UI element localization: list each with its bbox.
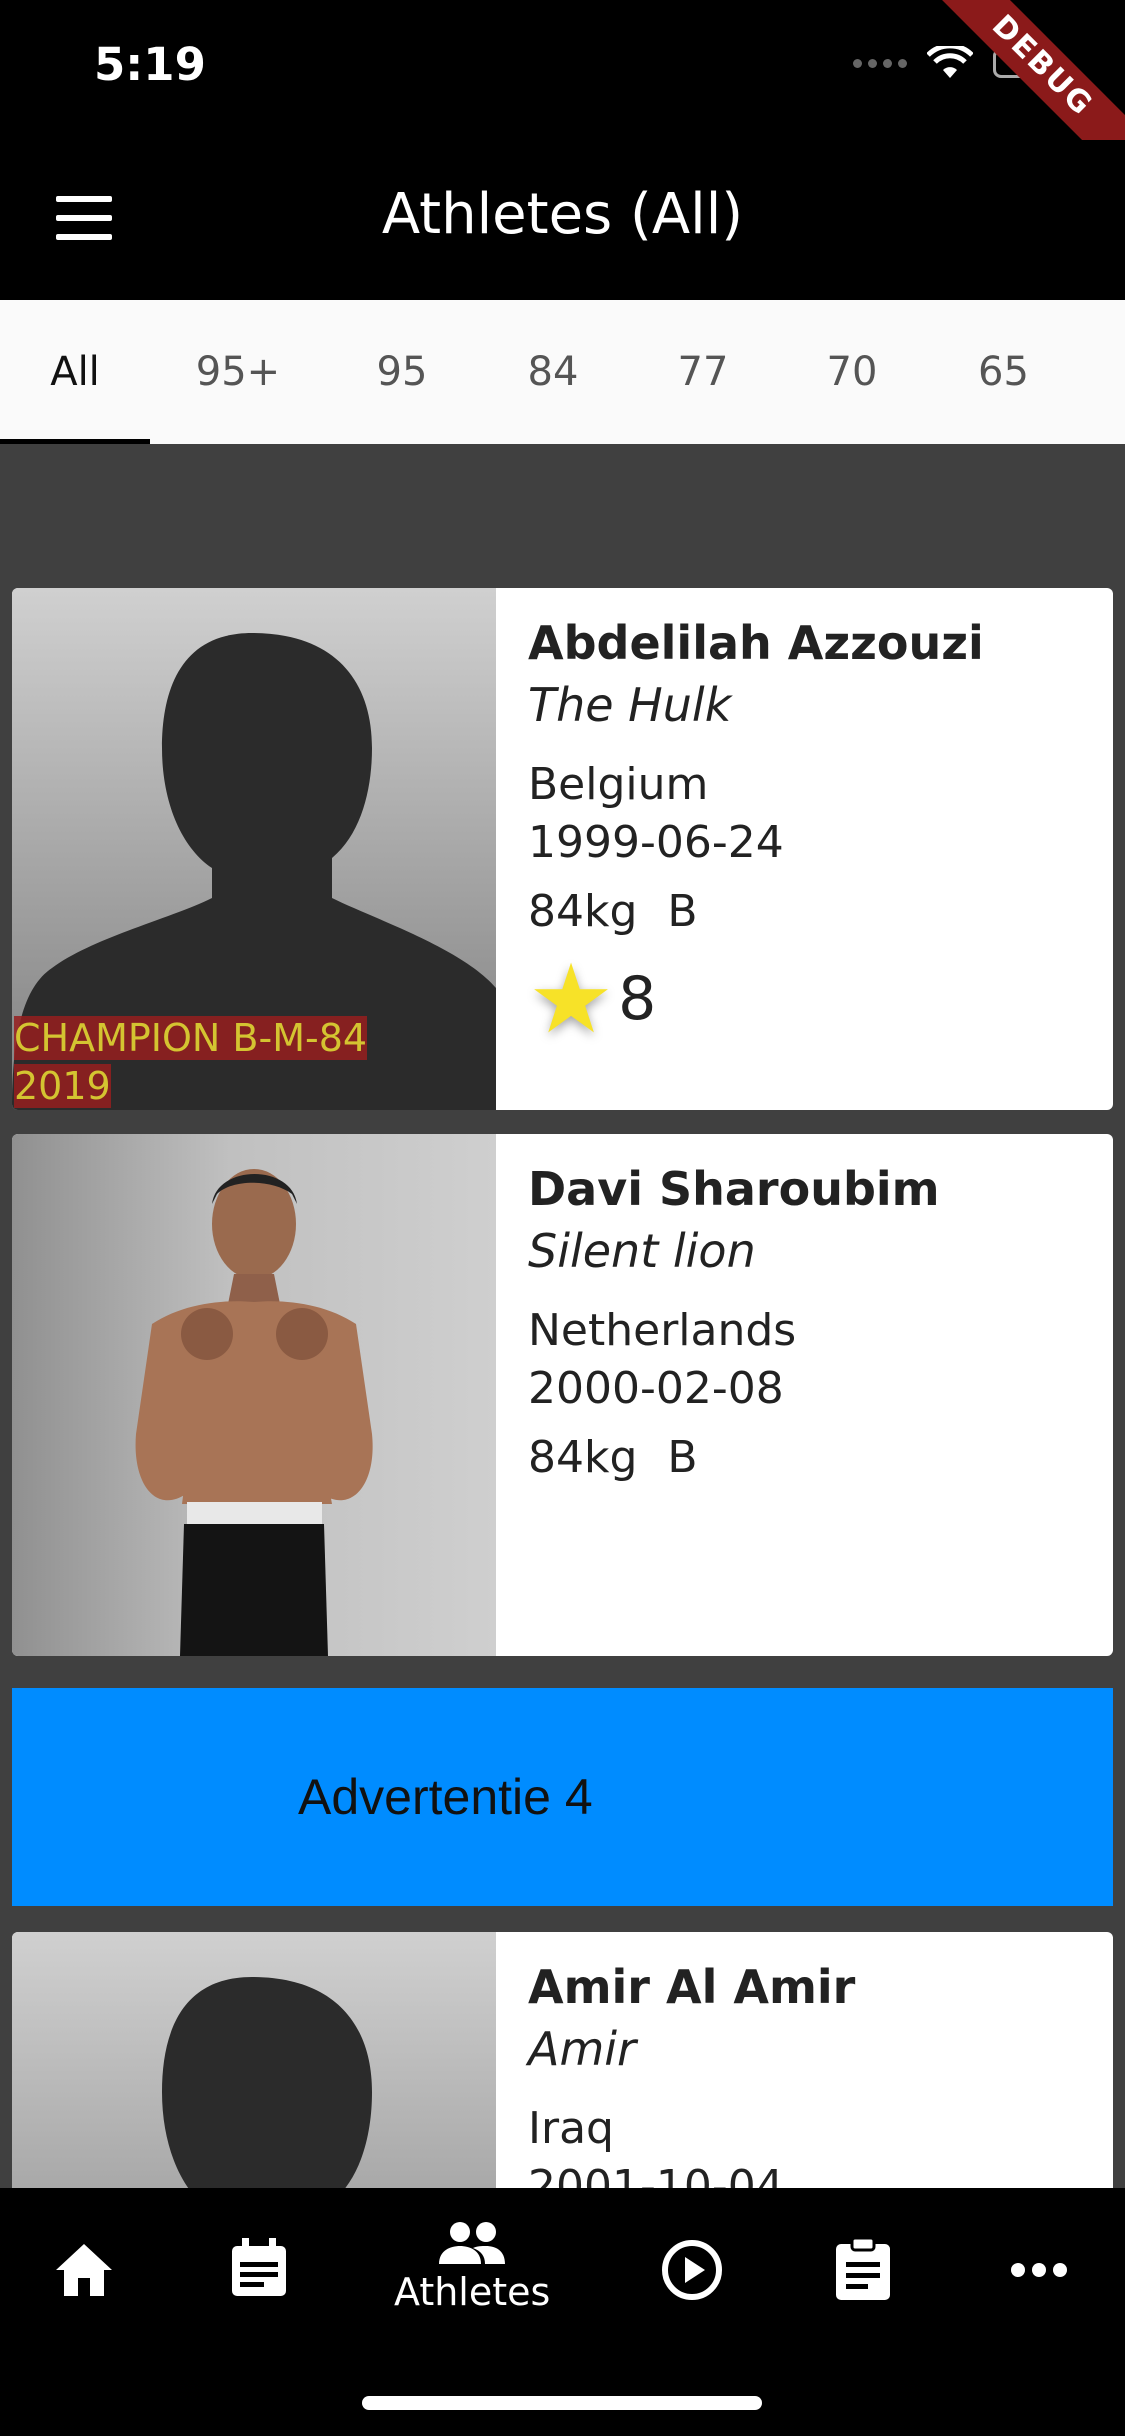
tab-all[interactable]: All [0, 300, 150, 444]
more-horizontal-icon [1011, 2263, 1067, 2277]
weight-class-tabs: All 95+ 95 84 77 70 65 [0, 300, 1125, 444]
athlete-name: Abdelilah Azzouzi [528, 616, 984, 670]
play-circle-icon [662, 2240, 722, 2300]
athlete-class: B [667, 1432, 698, 1483]
wifi-icon [927, 46, 973, 78]
home-icon [56, 2244, 112, 2296]
rating-value: 8 [618, 964, 657, 1034]
athlete-photo [12, 1134, 496, 1656]
star-icon: ★ [528, 943, 615, 1055]
nav-videos[interactable] [660, 2238, 724, 2302]
tab-95[interactable]: 95 [326, 300, 478, 444]
nav-more[interactable] [1010, 2262, 1068, 2278]
champion-badge: CHAMPION B-M-84 2019 [14, 1016, 368, 1108]
nav-events[interactable] [228, 2236, 290, 2300]
athlete-photo-placeholder: CHAMPION B-M-84 2019 [12, 588, 496, 1110]
athlete-card[interactable]: Davi Sharoubim Silent lion Netherlands 2… [12, 1134, 1113, 1656]
signal-icon [853, 58, 907, 68]
tab-77[interactable]: 77 [628, 300, 778, 444]
athlete-class: B [667, 886, 698, 937]
clipboard-icon [836, 2236, 890, 2300]
athlete-rating: ★ 8 [528, 951, 1113, 1047]
nav-rankings[interactable] [834, 2236, 892, 2302]
athlete-nickname: Silent lion [528, 1224, 756, 1278]
athlete-nickname: Amir [528, 2022, 636, 2076]
advertisement-label: Advertentie 4 [298, 1769, 593, 1825]
athlete-name: Davi Sharoubim [528, 1162, 940, 1216]
calendar-icon [232, 2238, 286, 2296]
people-icon [439, 2222, 506, 2264]
app-bar: Athletes (All) [0, 140, 1125, 300]
tab-95-plus[interactable]: 95+ [150, 300, 326, 444]
athlete-country: Netherlands [528, 1305, 797, 1356]
athlete-weight-class: 84kg B [528, 1432, 1113, 1483]
tab-70[interactable]: 70 [778, 300, 926, 444]
nav-home[interactable] [52, 2240, 116, 2300]
athlete-name: Amir Al Amir [528, 1960, 856, 2014]
nav-athletes-label: Athletes [394, 2270, 551, 2314]
athlete-weight: 84kg [528, 886, 638, 937]
athlete-dob: 2000-02-08 [528, 1363, 784, 1414]
athlete-info: Davi Sharoubim Silent lion Netherlands 2… [496, 1134, 1113, 1656]
page-title: Athletes (All) [381, 182, 744, 247]
athlete-country: Belgium [528, 759, 709, 810]
advertisement-banner[interactable]: Advertentie 4 [12, 1688, 1113, 1906]
athlete-weight-class: 84kg B [528, 886, 1113, 937]
athlete-nickname: The Hulk [528, 678, 732, 732]
athlete-photo-image [135, 1169, 373, 1656]
status-bar: 5:19 DEBUG [0, 0, 1125, 186]
athlete-card[interactable]: CHAMPION B-M-84 2019 Abdelilah Azzouzi T… [12, 588, 1113, 1110]
athlete-dob: 1999-06-24 [528, 817, 784, 868]
tab-65[interactable]: 65 [926, 300, 1081, 444]
athlete-info: Abdelilah Azzouzi The Hulk Belgium 1999-… [496, 588, 1113, 1110]
athlete-country: Iraq [528, 2103, 614, 2154]
nav-athletes[interactable]: Athletes [394, 2220, 550, 2314]
home-indicator[interactable] [362, 2396, 762, 2410]
athlete-weight: 84kg [528, 1432, 638, 1483]
status-time: 5:19 [94, 38, 206, 91]
tab-84[interactable]: 84 [478, 300, 628, 444]
